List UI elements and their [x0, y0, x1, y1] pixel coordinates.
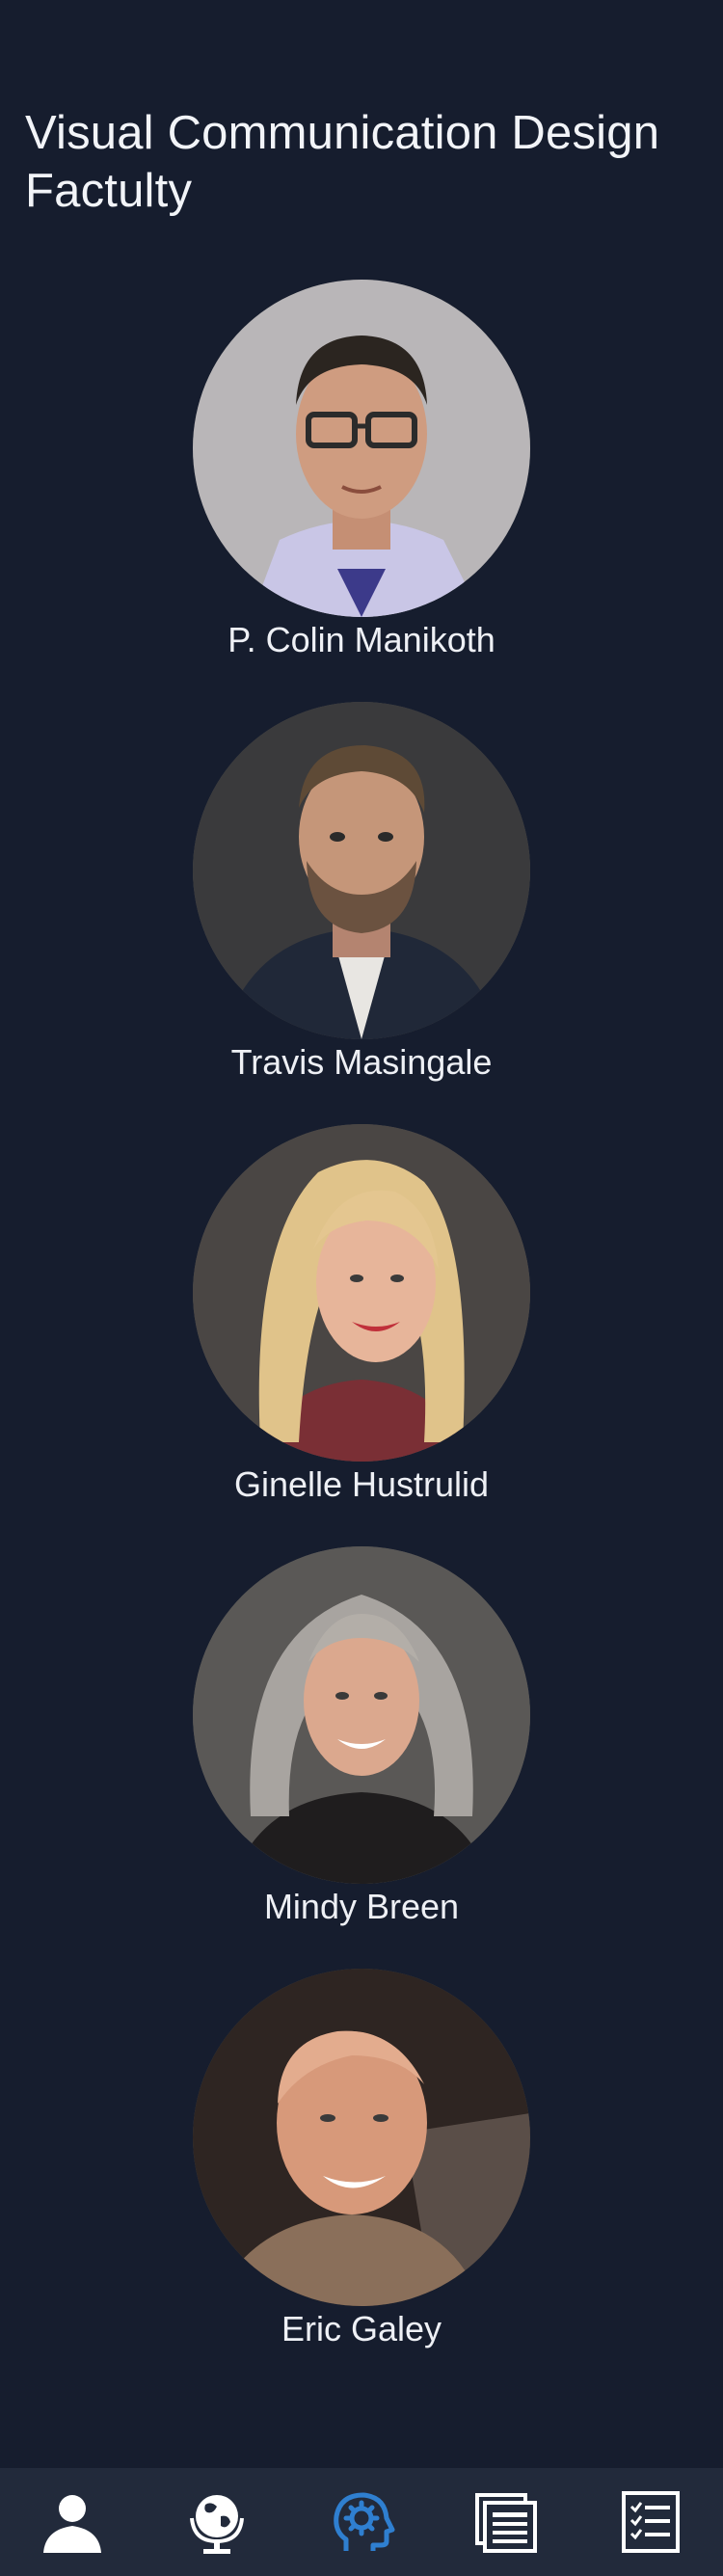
faculty-photo[interactable]	[193, 280, 530, 617]
faculty-name: Eric Galey	[281, 2309, 442, 2348]
faculty-list: P. Colin Manikoth Travis Masingale Ginel…	[0, 280, 723, 2391]
faculty-card[interactable]: Ginelle Hustrulid	[0, 1124, 723, 1546]
faculty-photo[interactable]	[193, 1546, 530, 1884]
nav-documents-button[interactable]	[468, 2483, 545, 2561]
faculty-card[interactable]: P. Colin Manikoth	[0, 280, 723, 702]
page-title: Visual Communication Design Factulty	[25, 107, 660, 217]
faculty-photo[interactable]	[193, 1969, 530, 2306]
nav-global-button[interactable]	[178, 2483, 255, 2561]
nav-checklist-button[interactable]	[612, 2483, 689, 2561]
faculty-name: Travis Masingale	[230, 1042, 493, 1082]
nav-faculty-button[interactable]	[323, 2483, 400, 2561]
faculty-card[interactable]: Mindy Breen	[0, 1546, 723, 1969]
faculty-name: Ginelle Hustrulid	[233, 1464, 490, 1504]
nav-profile-button[interactable]	[34, 2483, 111, 2561]
faculty-card[interactable]: Travis Masingale	[0, 702, 723, 1124]
faculty-card[interactable]: Eric Galey	[0, 1969, 723, 2391]
faculty-name: P. Colin Manikoth	[228, 620, 495, 659]
user-icon	[43, 2495, 101, 2553]
bottom-nav	[0, 2468, 723, 2576]
globe-icon	[190, 2495, 244, 2554]
head-gear-icon	[334, 2492, 395, 2551]
faculty-photo[interactable]	[193, 702, 530, 1039]
faculty-name: Mindy Breen	[263, 1887, 460, 1926]
faculty-photo[interactable]	[193, 1124, 530, 1462]
documents-icon	[475, 2493, 537, 2553]
checklist-icon	[622, 2491, 680, 2553]
